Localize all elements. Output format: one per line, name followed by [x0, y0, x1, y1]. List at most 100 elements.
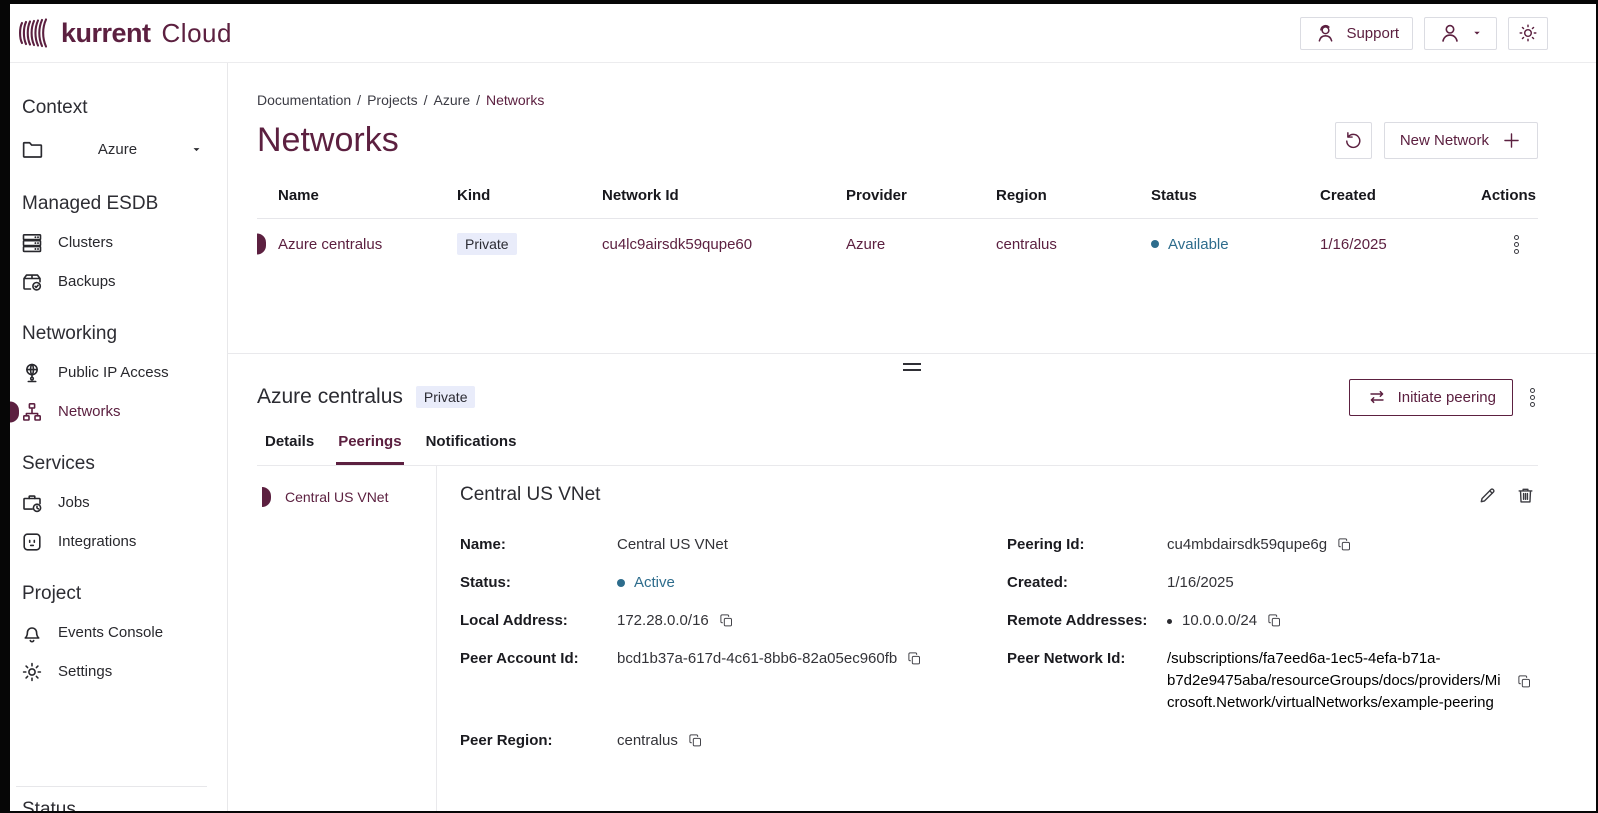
row-name[interactable]: Azure centralus: [257, 236, 457, 253]
field-value-peer-region: centralus: [617, 730, 678, 752]
sidebar-status-section: Status: [10, 786, 227, 811]
kurrent-waves-icon: [18, 15, 52, 51]
sidebar: Context Azure Managed ESDB: [10, 63, 228, 811]
sidebar-item-label: Public IP Access: [58, 364, 169, 381]
field-value-peering-id: cu4mbdairsdk59qupe6g: [1167, 534, 1327, 556]
sidebar-item-label: Integrations: [58, 533, 136, 550]
field-label-peer-network-id: Peer Network Id:: [1007, 648, 1167, 714]
field-value-status: Active: [617, 572, 675, 594]
selected-peering-marker: [262, 487, 271, 507]
kind-badge: Private: [457, 233, 517, 255]
swap-arrows-icon: [1366, 386, 1388, 408]
detail-title: Azure centralus: [257, 385, 403, 409]
refresh-icon: [1342, 129, 1364, 151]
column-header-created: Created: [1320, 187, 1466, 204]
trash-icon: [1515, 485, 1536, 506]
sidebar-item-integrations[interactable]: Integrations: [10, 522, 227, 561]
tab-peerings[interactable]: Peerings: [336, 433, 403, 465]
row-status: Available: [1151, 236, 1320, 253]
breadcrumb-documentation[interactable]: Documentation: [257, 91, 351, 109]
context-value: Azure: [45, 141, 190, 158]
field-label-peering-id: Peering Id:: [1007, 534, 1167, 556]
new-network-button[interactable]: New Network: [1384, 122, 1538, 159]
status-label: Available: [1168, 236, 1229, 253]
sidebar-item-label: Settings: [58, 663, 112, 680]
peering-fields: Name: Central US VNet Peering Id: cu4mbd…: [452, 534, 1536, 752]
kurrent-cloud-logo[interactable]: kurrent Cloud: [18, 15, 232, 51]
breadcrumb-projects[interactable]: Projects: [367, 91, 418, 109]
peering-detail: Central US VNet: [437, 466, 1596, 811]
tab-notifications[interactable]: Notifications: [424, 433, 519, 465]
breadcrumb-azure[interactable]: Azure: [434, 91, 471, 109]
plus-icon: [1501, 130, 1522, 151]
sidebar-item-clusters[interactable]: Clusters: [10, 223, 227, 262]
sun-icon: [1517, 22, 1539, 44]
section-title-services: Services: [10, 453, 227, 475]
field-label-name: Name:: [460, 534, 617, 556]
row-created: 1/16/2025: [1320, 236, 1466, 253]
initiate-peering-button[interactable]: Initiate peering: [1349, 379, 1513, 416]
bell-icon: [20, 621, 44, 645]
row-region: centralus: [996, 236, 1151, 253]
status-label: Active: [634, 572, 675, 594]
header-actions: Support: [1300, 17, 1548, 50]
split-handle[interactable]: [903, 359, 921, 375]
peering-item-label: Central US VNet: [285, 489, 388, 505]
edit-peering-button[interactable]: [1477, 485, 1498, 506]
folder-icon: [20, 137, 45, 162]
headset-icon: [1314, 22, 1337, 45]
section-title-managed-esdb: Managed ESDB: [10, 193, 227, 215]
field-label-local-address: Local Address:: [460, 610, 617, 632]
sidebar-item-backups[interactable]: Backups: [10, 262, 227, 301]
row-network-id: cu4lc9airsdk59qupe60: [602, 236, 846, 253]
field-value-peer-network-id: /subscriptions/fa7eed6a-1ec5-4efa-b71a-b…: [1167, 648, 1503, 714]
field-label-peer-region: Peer Region:: [460, 730, 617, 752]
active-item-marker: [10, 401, 19, 422]
tab-details[interactable]: Details: [263, 433, 316, 465]
caret-down-icon: [1471, 27, 1483, 39]
globe-icon: [20, 361, 44, 385]
row-kebab-menu[interactable]: [1511, 232, 1522, 257]
account-menu-button[interactable]: [1424, 17, 1497, 50]
context-selector[interactable]: Azure: [10, 127, 227, 171]
gear-icon: [20, 660, 44, 684]
section-title-project: Project: [10, 583, 227, 605]
copy-icon[interactable]: [1267, 613, 1282, 628]
row-provider: Azure: [846, 236, 996, 253]
copy-icon[interactable]: [907, 651, 922, 666]
column-header-actions: Actions: [1466, 187, 1538, 204]
breadcrumb-separator: /: [424, 91, 428, 109]
detail-kebab-menu[interactable]: [1527, 385, 1538, 410]
support-button[interactable]: Support: [1300, 17, 1413, 50]
breadcrumb: Documentation / Projects / Azure / Netwo…: [257, 91, 1538, 109]
sidebar-divider: [16, 786, 207, 787]
field-label-remote-addresses: Remote Addresses:: [1007, 610, 1167, 632]
networks-table-header: Name Kind Network Id Provider Region Sta…: [257, 187, 1538, 219]
sidebar-item-settings[interactable]: Settings: [10, 652, 227, 691]
peering-list-item[interactable]: Central US VNet: [228, 484, 436, 510]
new-network-label: New Network: [1400, 132, 1489, 149]
copy-icon[interactable]: [1517, 674, 1532, 689]
table-row[interactable]: Azure centralus Private cu4lc9airsdk59qu…: [257, 219, 1538, 269]
section-title-context: Context: [10, 97, 227, 119]
sidebar-item-networks[interactable]: Networks: [10, 392, 227, 431]
sidebar-item-label: Clusters: [58, 234, 113, 251]
field-value-remote-addresses: 10.0.0.0/24: [1182, 610, 1257, 632]
sidebar-item-events-console[interactable]: Events Console: [10, 613, 227, 652]
copy-icon[interactable]: [688, 733, 703, 748]
initiate-peering-label: Initiate peering: [1398, 389, 1496, 406]
delete-peering-button[interactable]: [1515, 485, 1536, 506]
refresh-button[interactable]: [1335, 122, 1372, 159]
server-stack-icon: [20, 231, 44, 255]
theme-toggle-button[interactable]: [1508, 17, 1548, 50]
copy-icon[interactable]: [1337, 537, 1352, 552]
sidebar-item-jobs[interactable]: Jobs: [10, 483, 227, 522]
field-value-local-address: 172.28.0.0/16: [617, 610, 709, 632]
field-value-peer-account-id: bcd1b37a-617d-4c61-8bb6-82a05ec960fb: [617, 648, 897, 670]
copy-icon[interactable]: [719, 613, 734, 628]
sidebar-item-public-ip-access[interactable]: Public IP Access: [10, 353, 227, 392]
sidebar-item-label: Networks: [58, 403, 121, 420]
sidebar-item-label: Backups: [58, 273, 116, 290]
user-icon: [1438, 21, 1462, 45]
breadcrumb-separator: /: [476, 91, 480, 109]
